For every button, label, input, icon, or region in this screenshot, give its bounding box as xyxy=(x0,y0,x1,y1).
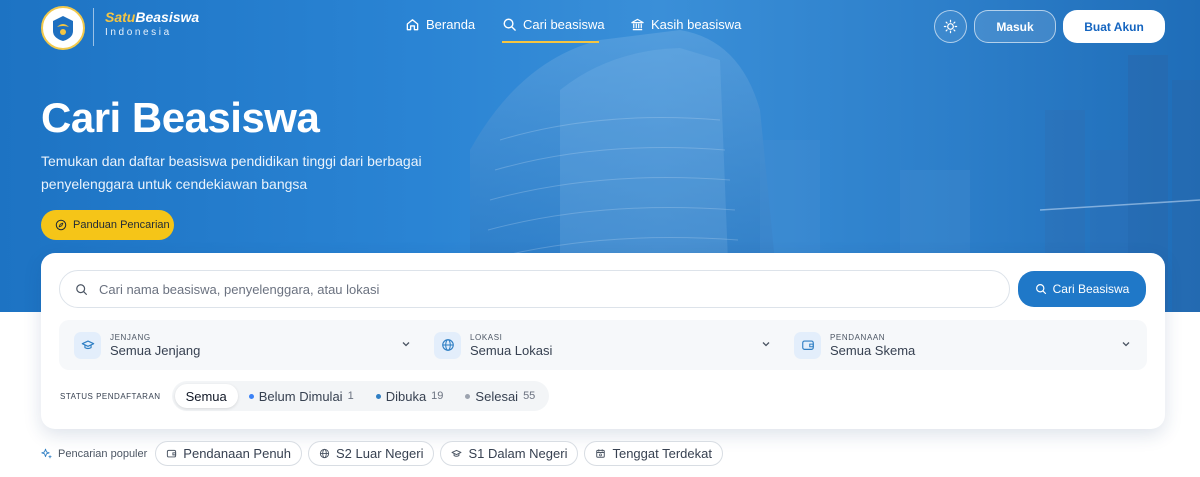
status-pill-count: 19 xyxy=(431,390,444,402)
nav-item-label: Cari beasiswa xyxy=(523,17,605,32)
globe-icon xyxy=(441,339,454,351)
filter-label: PENDANAAN xyxy=(830,332,886,342)
status-pill-label: Semua xyxy=(185,388,227,404)
status-pill-label: Belum Dimulai xyxy=(258,388,343,404)
login-button[interactable]: Masuk xyxy=(974,10,1056,43)
search-icon xyxy=(76,283,87,295)
status-pill-semua[interactable]: Semua xyxy=(174,384,238,408)
registration-status-filter: STATUS PENDAFTARAN Semua Belum Dimulai 1… xyxy=(60,381,550,411)
brand-title-part2: Beasiswa xyxy=(135,9,200,25)
nav-item-label: Kasih beasiswa xyxy=(651,17,742,32)
filter-pendanaan[interactable]: PENDANAAN Semua Skema xyxy=(794,320,1134,370)
filter-icon-box xyxy=(74,331,101,359)
chevron-down-icon xyxy=(1122,342,1130,347)
status-dot xyxy=(375,393,381,399)
filter-lokasi[interactable]: LOKASI Semua Lokasi xyxy=(434,320,774,370)
status-dot xyxy=(465,393,471,399)
page-description: Temukan dan daftar beasiswa pendidikan t… xyxy=(41,153,422,192)
status-pill-count: 55 xyxy=(523,390,536,402)
popular-chip-label: Pendanaan Penuh xyxy=(183,446,292,461)
brand-subtitle: Indonesia xyxy=(105,27,172,38)
active-nav-indicator xyxy=(502,41,599,43)
popular-chip-label: S1 Dalam Negeri xyxy=(468,446,568,461)
institution-icon xyxy=(631,18,644,31)
popular-label-group: Pencarian populer xyxy=(41,448,147,460)
wallet-icon xyxy=(801,340,814,350)
popular-chip-s1-dalam-negeri[interactable]: S1 Dalam Negeri xyxy=(440,441,579,466)
filter-icon-box xyxy=(794,331,821,359)
nav-item-beranda[interactable]: Beranda xyxy=(405,17,475,32)
theme-toggle-button[interactable] xyxy=(934,10,967,43)
search-guide-label: Panduan Pencarian xyxy=(73,219,170,231)
popular-chip-tenggat-terdekat[interactable]: Tenggat Terdekat xyxy=(584,441,723,466)
popular-label: Pencarian populer xyxy=(58,447,148,460)
filter-value: Semua Jenjang xyxy=(110,342,201,358)
chevron-down-icon xyxy=(402,342,410,347)
register-button[interactable]: Buat Akun xyxy=(1063,10,1165,43)
filter-value: Semua Skema xyxy=(830,342,916,358)
status-pill-dibuka[interactable]: Dibuka 19 xyxy=(365,384,455,408)
filter-label: LOKASI xyxy=(470,332,503,342)
chevron-down-icon xyxy=(762,342,770,347)
search-card: Cari Beasiswa JENJANG Semua Jenjang LOKA… xyxy=(41,253,1165,429)
brand-title-part1: Satu xyxy=(105,9,136,25)
filter-label: JENJANG xyxy=(110,332,151,342)
filter-bar: JENJANG Semua Jenjang LOKASI Semua Lokas… xyxy=(59,320,1147,370)
calendar-icon xyxy=(596,449,606,458)
status-filter-label: STATUS PENDAFTARAN xyxy=(60,391,161,401)
search-icon xyxy=(503,18,516,31)
page-title: Cari Beasiswa xyxy=(41,94,320,141)
search-icon xyxy=(1035,284,1046,295)
filter-jenjang[interactable]: JENJANG Semua Jenjang xyxy=(74,320,414,370)
filter-icon-box xyxy=(434,331,461,359)
sun-icon xyxy=(943,19,958,34)
home-icon xyxy=(406,19,419,31)
popular-chip-pendanaan-penuh[interactable]: Pendanaan Penuh xyxy=(155,441,303,466)
graduation-cap-icon xyxy=(81,340,94,350)
status-pill-selesai[interactable]: Selesai 55 xyxy=(454,384,546,408)
brand-title: SatuBeasiswa xyxy=(105,8,199,26)
logo-emblem-icon xyxy=(53,16,73,41)
search-submit-button[interactable]: Cari Beasiswa xyxy=(1018,271,1146,307)
status-pill-label: Dibuka xyxy=(385,388,427,404)
popular-searches: Pencarian populer Pendanaan Penuh S2 Lua… xyxy=(41,441,723,466)
search-input[interactable] xyxy=(99,281,959,297)
globe-icon xyxy=(319,448,330,459)
popular-chip-s2-luar-negeri[interactable]: S2 Luar Negeri xyxy=(308,441,435,466)
search-guide-button[interactable]: Panduan Pencarian xyxy=(41,210,174,240)
status-dot xyxy=(248,393,254,399)
status-pill-count: 1 xyxy=(347,390,354,402)
brand-wordmark[interactable]: SatuBeasiswa Indonesia xyxy=(93,8,199,46)
top-navbar: SatuBeasiswa Indonesia Beranda Cari beas… xyxy=(0,0,1200,54)
status-pill-label: Selesai xyxy=(475,388,519,404)
nav-item-label: Beranda xyxy=(426,17,476,32)
status-pill-group: Semua Belum Dimulai 1 Dibuka 19 Selesai … xyxy=(171,381,550,411)
popular-chip-label: S2 Luar Negeri xyxy=(336,446,424,461)
status-pill-belum-dimulai[interactable]: Belum Dimulai 1 xyxy=(238,384,365,408)
nav-item-kasih-beasiswa[interactable]: Kasih beasiswa xyxy=(630,17,741,32)
search-box[interactable] xyxy=(59,270,1010,308)
tut-wuri-handayani-logo[interactable] xyxy=(41,6,85,50)
filter-value: Semua Lokasi xyxy=(470,342,553,358)
compass-icon xyxy=(55,219,67,231)
sparkle-icon xyxy=(41,448,53,459)
graduation-cap-icon xyxy=(452,449,462,457)
nav-item-cari-beasiswa[interactable]: Cari beasiswa xyxy=(502,17,605,32)
wallet-icon xyxy=(167,449,177,458)
search-submit-label: Cari Beasiswa xyxy=(1052,282,1130,296)
popular-chip-label: Tenggat Terdekat xyxy=(612,446,712,461)
